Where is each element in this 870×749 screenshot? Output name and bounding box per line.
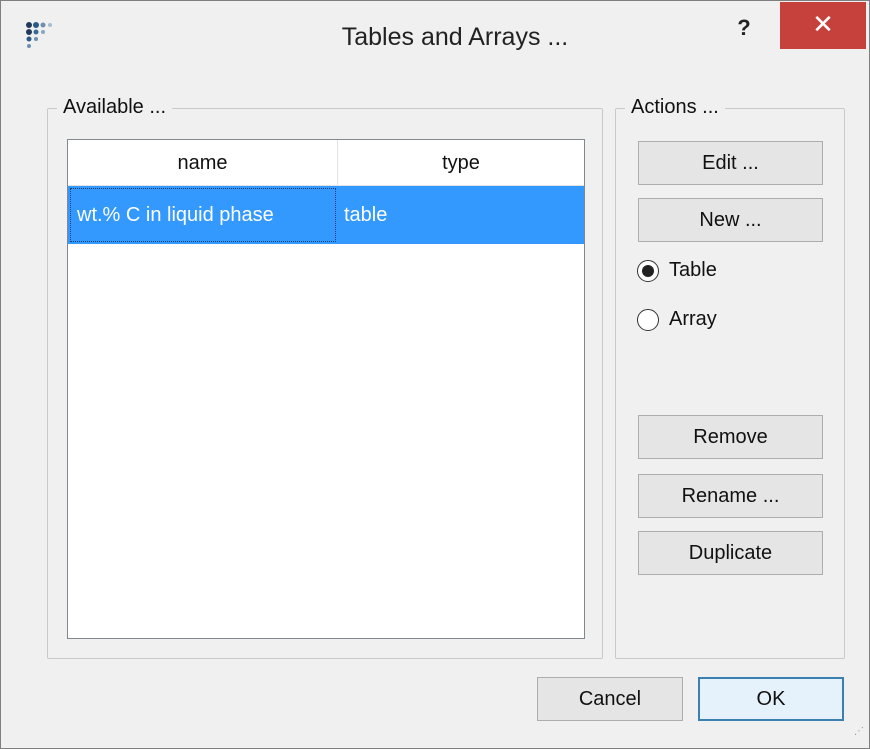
actions-group-title: Actions ... [625, 96, 725, 119]
radio-selected-dot [642, 264, 654, 277]
radio-table-circle[interactable] [637, 259, 659, 282]
resize-grip-icon[interactable]: ⋰ [849, 727, 865, 744]
radio-table[interactable]: Table [637, 259, 717, 282]
edit-button[interactable]: Edit ... [638, 141, 823, 185]
cell-name[interactable]: wt.% C in liquid phase [70, 188, 336, 242]
ok-button[interactable]: OK [698, 677, 844, 721]
column-header-type[interactable]: type [338, 140, 584, 186]
radio-table-label: Table [669, 259, 717, 281]
table-row[interactable]: wt.% C in liquid phase table [68, 186, 584, 244]
actions-group [615, 108, 845, 659]
close-button[interactable]: ✕ [780, 2, 866, 49]
duplicate-button[interactable]: Duplicate [638, 531, 823, 575]
table-header: name type [68, 140, 584, 186]
dialog-window: Tables and Arrays ... ? ✕ Available ... … [0, 0, 870, 749]
cancel-button[interactable]: Cancel [537, 677, 683, 721]
tables-list[interactable]: name type wt.% C in liquid phase table [67, 139, 585, 639]
radio-array[interactable]: Array [637, 308, 717, 331]
title-bar: Tables and Arrays ... ? ✕ [1, 1, 869, 81]
radio-array-circle[interactable] [637, 308, 659, 331]
column-header-name[interactable]: name [68, 140, 338, 186]
radio-array-label: Array [669, 308, 717, 330]
available-group-title: Available ... [57, 96, 173, 119]
close-icon: ✕ [812, 9, 834, 39]
rename-button[interactable]: Rename ... [638, 474, 823, 518]
new-button[interactable]: New ... [638, 198, 823, 242]
cell-type[interactable]: table [338, 186, 584, 244]
remove-button[interactable]: Remove [638, 415, 823, 459]
help-button[interactable]: ? [729, 13, 759, 43]
